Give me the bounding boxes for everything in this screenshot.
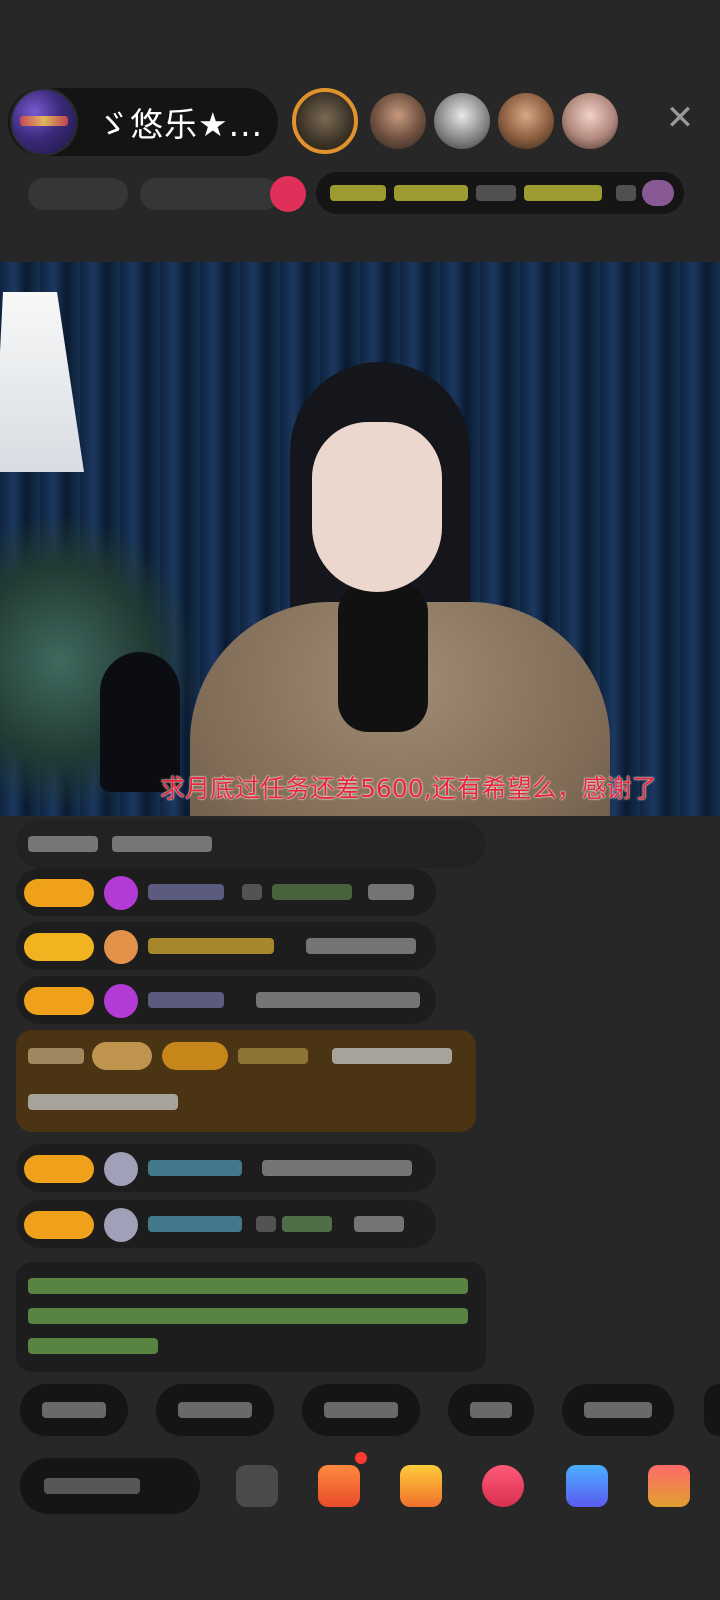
user-avatar bbox=[104, 1208, 138, 1242]
chat-message[interactable] bbox=[16, 868, 436, 916]
gift-message[interactable] bbox=[16, 1030, 476, 1132]
host-name: ゞ悠乐★... bbox=[96, 105, 264, 144]
more-icon[interactable] bbox=[648, 1465, 690, 1507]
quick-reply-chip[interactable] bbox=[448, 1384, 534, 1436]
viewer-avatar[interactable] bbox=[370, 93, 426, 149]
username[interactable] bbox=[148, 1216, 242, 1232]
quick-reply-chip[interactable] bbox=[562, 1384, 674, 1436]
viewer-avatar[interactable] bbox=[562, 93, 618, 149]
announcement-banner[interactable] bbox=[316, 172, 684, 214]
hourly-rank-chip[interactable] bbox=[140, 178, 280, 210]
audience-avatar-row bbox=[292, 88, 626, 154]
system-notice bbox=[16, 1262, 486, 1372]
username[interactable] bbox=[148, 938, 274, 954]
fan-avatar bbox=[104, 930, 138, 964]
quick-reply-chip[interactable] bbox=[20, 1384, 128, 1436]
diamond-icon bbox=[104, 984, 138, 1018]
level-badge bbox=[24, 1155, 94, 1183]
rank-chip[interactable] bbox=[28, 178, 128, 210]
host-avatar[interactable] bbox=[10, 88, 78, 156]
game-icon[interactable] bbox=[566, 1465, 608, 1507]
notification-badge bbox=[355, 1452, 367, 1464]
viewer-avatar[interactable] bbox=[498, 93, 554, 149]
lamp-shade bbox=[0, 292, 84, 472]
username[interactable] bbox=[148, 884, 224, 900]
fans-club-icon[interactable] bbox=[482, 1465, 524, 1507]
chat-message[interactable] bbox=[16, 922, 436, 970]
quick-reply-chip[interactable] bbox=[302, 1384, 420, 1436]
gift-icon[interactable] bbox=[318, 1465, 360, 1507]
level-badge bbox=[24, 1211, 94, 1239]
streamer-face bbox=[312, 422, 442, 592]
quick-reply-chip[interactable] bbox=[704, 1384, 720, 1436]
live-video[interactable] bbox=[0, 262, 720, 816]
diamond-icon bbox=[104, 876, 138, 910]
quick-reply-chip[interactable] bbox=[156, 1384, 274, 1436]
username[interactable] bbox=[148, 1160, 242, 1176]
chat-message[interactable] bbox=[16, 976, 436, 1024]
chat-message[interactable] bbox=[16, 1144, 436, 1192]
level-badge bbox=[24, 933, 94, 961]
user-avatar bbox=[104, 1152, 138, 1186]
chat-message[interactable] bbox=[16, 1200, 436, 1248]
chat-message[interactable] bbox=[16, 820, 486, 868]
username[interactable] bbox=[148, 992, 224, 1008]
level-badge bbox=[24, 879, 94, 907]
treasure-icon[interactable] bbox=[400, 1465, 442, 1507]
host-info-pill[interactable]: ゞ悠乐★... bbox=[8, 88, 278, 156]
stream-subtitle: 求月底过任务还差5600,还有希望么，感谢了 bbox=[160, 774, 657, 803]
close-icon[interactable]: ✕ bbox=[662, 100, 698, 136]
viewer-avatar[interactable] bbox=[434, 93, 490, 149]
top-viewer-avatar[interactable] bbox=[292, 88, 358, 154]
comment-input[interactable] bbox=[20, 1458, 200, 1514]
streamer-sweater bbox=[338, 582, 428, 732]
level-badge bbox=[24, 987, 94, 1015]
emoji-icon[interactable] bbox=[236, 1465, 278, 1507]
live-indicator-icon[interactable] bbox=[270, 176, 306, 212]
